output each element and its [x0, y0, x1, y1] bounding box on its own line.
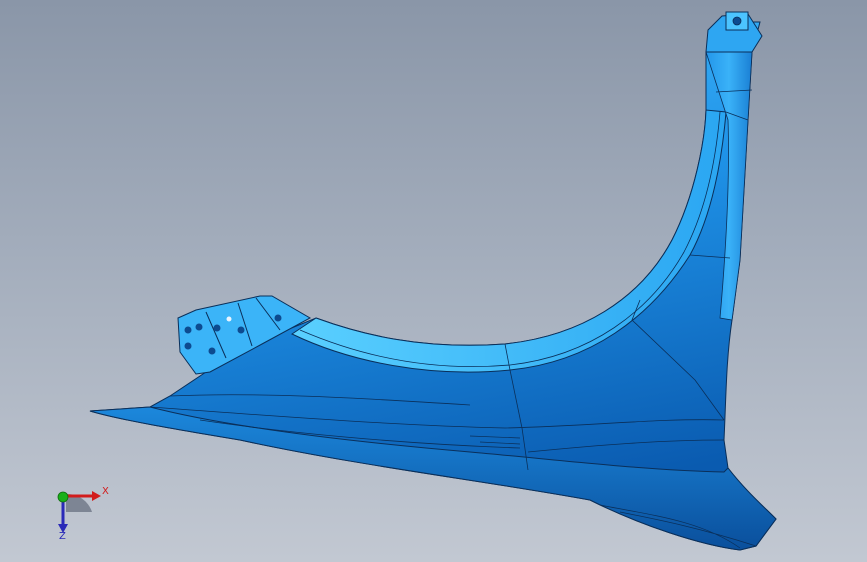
axis-triad: X Z — [44, 482, 114, 546]
bracket-hole-7 — [208, 347, 216, 355]
bracket-hole-5 — [237, 326, 245, 334]
bracket-hole-2 — [195, 323, 203, 331]
bracket-hole-1 — [184, 326, 192, 334]
bracket-hole-8 — [226, 316, 232, 322]
bracket-hole-6 — [274, 314, 282, 322]
fender-part-model[interactable] — [0, 0, 867, 562]
top-mount-hole — [732, 16, 742, 26]
cad-graphics-viewport[interactable]: X Z — [0, 0, 867, 562]
bracket-hole-4 — [213, 324, 221, 332]
z-axis-label: Z — [59, 531, 66, 542]
bracket-hole-3 — [184, 342, 192, 350]
x-axis-label: X — [102, 486, 109, 497]
x-axis-arrowhead — [92, 491, 101, 501]
y-axis-point — [57, 491, 69, 503]
